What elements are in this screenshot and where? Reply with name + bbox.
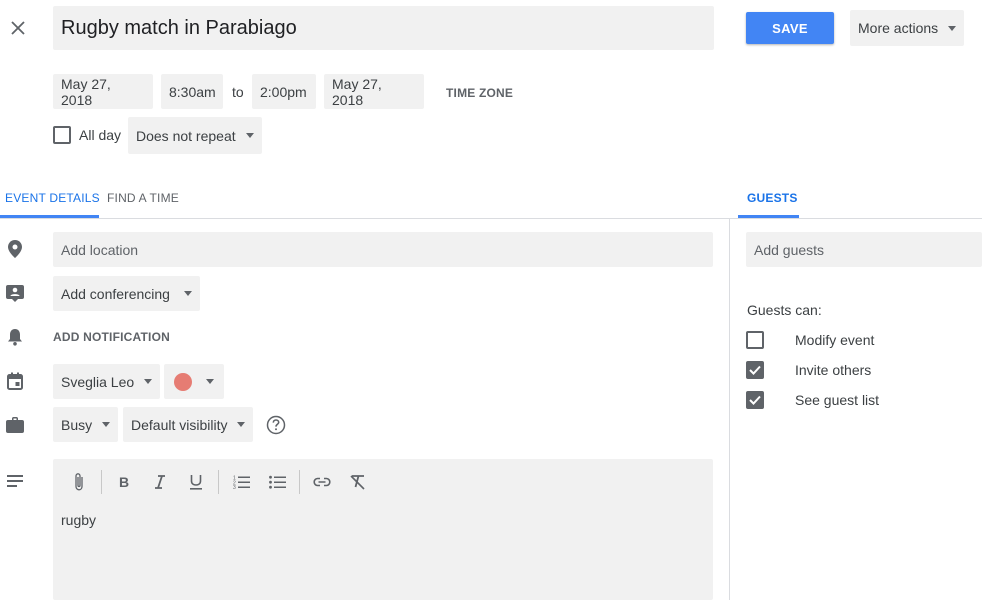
toolbar-separator: [101, 470, 102, 494]
add-guests-input[interactable]: Add guests: [746, 232, 982, 267]
event-title-value: Rugby match in Parabiago: [61, 16, 297, 39]
repeat-select[interactable]: Does not repeat: [128, 117, 262, 154]
help-icon[interactable]: [266, 415, 286, 435]
see-guest-list-label[interactable]: See guest list: [795, 392, 879, 408]
checkmark-icon: [749, 365, 761, 375]
start-date-value: May 27, 2018: [61, 75, 111, 108]
checkmark-icon: [749, 395, 761, 405]
attachment-icon[interactable]: [61, 467, 97, 497]
modify-event-label[interactable]: Modify event: [795, 332, 874, 348]
guests-placeholder: Add guests: [754, 241, 825, 258]
invite-others-label[interactable]: Invite others: [795, 362, 871, 378]
conferencing-label: Add conferencing: [61, 285, 170, 302]
close-button[interactable]: [4, 14, 32, 42]
end-time-value: 2:00pm: [260, 83, 307, 100]
start-date-button[interactable]: May 27, 2018: [53, 74, 153, 109]
location-placeholder: Add location: [61, 241, 139, 258]
calendar-icon: [6, 372, 24, 390]
availability-select[interactable]: Busy: [53, 407, 119, 442]
tab-event-details[interactable]: EVENT DETAILS: [5, 191, 100, 205]
panel-divider: [729, 218, 730, 600]
add-notification-button[interactable]: ADD NOTIFICATION: [53, 330, 170, 344]
event-color-select[interactable]: [164, 364, 224, 399]
bulleted-list-icon[interactable]: [259, 467, 295, 497]
availability-value: Busy: [61, 416, 93, 433]
modify-event-checkbox[interactable]: [746, 331, 764, 349]
guests-can-label: Guests can:: [747, 302, 822, 318]
numbered-list-icon[interactable]: 1 2 3: [223, 467, 259, 497]
svg-text:3: 3: [233, 485, 236, 489]
conferencing-icon: [6, 284, 24, 302]
bold-icon[interactable]: B: [106, 467, 142, 497]
all-day-label[interactable]: All day: [79, 127, 121, 143]
end-date-button[interactable]: May 27, 2018: [324, 74, 424, 109]
invite-others-checkbox[interactable]: [746, 361, 764, 379]
visibility-select[interactable]: Default visibility: [123, 407, 254, 442]
tab-guests[interactable]: GUESTS: [747, 191, 798, 205]
more-actions-button[interactable]: More actions: [850, 10, 965, 46]
bell-icon: [6, 328, 24, 346]
chevron-down-icon: [206, 379, 214, 384]
time-zone-button[interactable]: TIME ZONE: [446, 86, 513, 100]
chevron-down-icon: [102, 422, 111, 427]
description-text: rugby: [61, 512, 97, 528]
link-icon[interactable]: [304, 467, 340, 497]
chevron-down-icon: [245, 133, 254, 138]
save-button[interactable]: SAVE: [746, 12, 834, 44]
editor-toolbar: B 1 2 3: [53, 459, 376, 505]
all-day-checkbox[interactable]: [53, 126, 71, 144]
tabs-divider: [0, 218, 729, 219]
location-input[interactable]: Add location: [53, 232, 713, 267]
toolbar-separator: [218, 470, 219, 494]
more-actions-label: More actions: [858, 20, 939, 36]
calendar-value: Sveglia Leo: [61, 373, 135, 390]
event-title-input[interactable]: Rugby match in Parabiago: [53, 6, 714, 50]
calendar-select[interactable]: Sveglia Leo: [53, 364, 161, 399]
guests-divider: [729, 218, 982, 219]
chevron-down-icon: [144, 379, 153, 384]
start-time-value: 8:30am: [169, 83, 216, 100]
chevron-down-icon: [237, 422, 246, 427]
add-conferencing-select[interactable]: Add conferencing: [53, 276, 200, 311]
chevron-down-icon: [948, 25, 957, 31]
underline-icon[interactable]: [178, 467, 214, 497]
end-date-value: May 27, 2018: [332, 75, 382, 108]
italic-icon[interactable]: [142, 467, 178, 497]
repeat-value: Does not repeat: [136, 127, 236, 144]
start-time-button[interactable]: 8:30am: [161, 74, 223, 109]
toolbar-separator: [299, 470, 300, 494]
to-label: to: [232, 84, 244, 100]
briefcase-icon: [6, 416, 24, 434]
location-pin-icon: [6, 240, 24, 258]
close-icon: [11, 21, 25, 35]
svg-text:B: B: [119, 475, 129, 489]
chevron-down-icon: [183, 291, 192, 296]
see-guest-list-checkbox[interactable]: [746, 391, 764, 409]
visibility-value: Default visibility: [131, 416, 228, 433]
tab-find-a-time[interactable]: FIND A TIME: [107, 191, 179, 205]
end-time-button[interactable]: 2:00pm: [252, 74, 316, 109]
clear-formatting-icon[interactable]: [340, 467, 376, 497]
event-color-swatch: [174, 372, 192, 391]
description-editor[interactable]: B 1 2 3 rugby: [53, 459, 713, 600]
description-icon: [6, 472, 24, 490]
